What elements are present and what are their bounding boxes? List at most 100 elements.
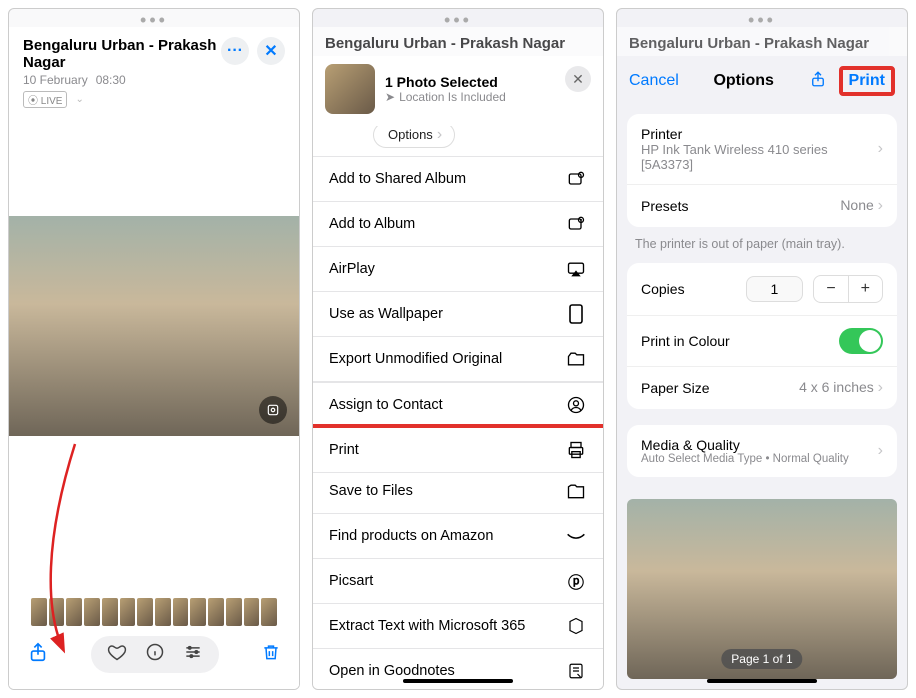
chevron-down-icon[interactable]: ⌄	[75, 94, 83, 105]
action-label: Use as Wallpaper	[329, 306, 443, 322]
action-m365[interactable]: Extract Text with Microsoft 365	[313, 604, 603, 649]
location-arrow-icon: ➤	[385, 90, 395, 104]
thumbnail[interactable]	[120, 598, 136, 626]
presets-row[interactable]: Presets None ›	[627, 185, 897, 227]
share-actions-list: Add to Shared Album Add to Album AirPlay…	[313, 156, 603, 382]
action-goodnotes[interactable]: Open in Goodnotes	[313, 649, 603, 691]
action-label: Picsart	[329, 573, 373, 589]
background-header: Bengaluru Urban - Prakash Nagar	[313, 27, 603, 56]
thumbnail[interactable]	[84, 598, 100, 626]
action-label: Add to Shared Album	[329, 171, 466, 187]
action-save-files[interactable]: Save to Files	[313, 469, 603, 514]
media-card[interactable]: Media & Quality Auto Select Media Type •…	[627, 425, 897, 477]
thumbnail[interactable]	[190, 598, 206, 626]
close-sheet-button[interactable]: ✕	[565, 66, 591, 92]
thumbnail[interactable]	[244, 598, 260, 626]
print-button[interactable]: Print	[839, 66, 895, 96]
print-options-screen: ••• Bengaluru Urban - Prakash Nagar Canc…	[616, 8, 908, 690]
background-header: Bengaluru Urban - Prakash Nagar	[617, 27, 907, 56]
photo-viewport[interactable]	[9, 114, 299, 538]
action-label: Export Unmodified Original	[329, 351, 502, 367]
action-airplay[interactable]: AirPlay	[313, 247, 603, 292]
live-badge: ⦿ LIVE	[23, 91, 67, 108]
action-label: Assign to Contact	[329, 397, 443, 413]
copies-decrement[interactable]: −	[814, 276, 848, 302]
thumbnail[interactable]	[173, 598, 189, 626]
action-label: AirPlay	[329, 261, 375, 277]
info-button[interactable]	[145, 642, 165, 667]
chevron-right-icon: ›	[878, 197, 883, 214]
printer-value: HP Ink Tank Wireless 410 series [5A3373]	[641, 142, 878, 172]
thumbnail[interactable]	[31, 598, 47, 626]
photo-time: 08:30	[96, 73, 126, 87]
action-label: Print	[329, 442, 359, 458]
action-add-album[interactable]: Add to Album	[313, 202, 603, 247]
printer-warning: The printer is out of paper (main tray).	[617, 235, 907, 255]
drag-handle-icon: •••	[617, 9, 907, 27]
copies-value[interactable]: 1	[746, 276, 804, 302]
thumbnail[interactable]	[226, 598, 242, 626]
cancel-button[interactable]: Cancel	[629, 72, 679, 90]
amazon-icon	[565, 525, 587, 547]
action-print[interactable]: Print	[312, 424, 604, 473]
drag-handle-icon: •••	[313, 9, 603, 27]
home-indicator[interactable]	[403, 679, 513, 683]
printer-row[interactable]: Printer HP Ink Tank Wireless 410 series …	[627, 114, 897, 185]
action-picsart[interactable]: Picsart ⓟ	[313, 559, 603, 604]
close-button[interactable]: ✕	[257, 37, 285, 65]
media-sub: Auto Select Media Type • Normal Quality	[641, 453, 849, 465]
copies-increment[interactable]: +	[849, 276, 882, 302]
paper-size-row[interactable]: Paper Size 4 x 6 inches ›	[627, 367, 897, 409]
page-indicator: Page 1 of 1	[721, 649, 802, 669]
photos-detail-screen: ••• Bengaluru Urban - Prakash Nagar 10 F…	[8, 8, 300, 690]
presets-value: None	[840, 197, 873, 213]
airplay-icon	[565, 258, 587, 280]
lens-overlay-button[interactable]	[259, 396, 287, 424]
copies-row: Copies 1 − +	[627, 263, 897, 316]
thumbnail-strip[interactable]	[9, 598, 299, 626]
share-sheet-screen: ••• Bengaluru Urban - Prakash Nagar 1 Ph…	[312, 8, 604, 690]
chevron-right-icon: ›	[878, 379, 883, 396]
action-label: Save to Files	[329, 483, 413, 499]
home-indicator[interactable]	[707, 679, 817, 683]
adjust-button[interactable]	[183, 642, 203, 667]
thumbnail[interactable]	[137, 598, 153, 626]
shared-album-icon	[565, 168, 587, 190]
more-button[interactable]: ···	[221, 37, 249, 65]
action-amazon[interactable]: Find products on Amazon	[313, 514, 603, 559]
options-label: Options	[388, 127, 433, 142]
copies-stepper: − +	[813, 275, 883, 303]
share-button[interactable]	[27, 641, 49, 668]
colour-toggle[interactable]	[839, 328, 883, 354]
bottom-toolbar	[9, 626, 299, 689]
thumbnail[interactable]	[102, 598, 118, 626]
print-preview[interactable]: Page 1 of 1	[627, 499, 897, 679]
copies-label: Copies	[641, 281, 685, 297]
action-label: Find products on Amazon	[329, 528, 493, 544]
share-icon[interactable]	[809, 70, 827, 93]
action-add-shared-album[interactable]: Add to Shared Album	[313, 157, 603, 202]
printer-card: Printer HP Ink Tank Wireless 410 series …	[627, 114, 897, 227]
location-title: Bengaluru Urban - Prakash Nagar	[325, 35, 591, 52]
thumbnail[interactable]	[155, 598, 171, 626]
chevron-right-icon: ›	[437, 126, 442, 144]
contact-icon	[565, 394, 587, 416]
thumbnail[interactable]	[261, 598, 277, 626]
action-wallpaper[interactable]: Use as Wallpaper	[313, 292, 603, 337]
print-icon	[565, 439, 587, 461]
thumbnail[interactable]	[208, 598, 224, 626]
action-assign-contact[interactable]: Assign to Contact	[313, 383, 603, 428]
files-icon	[565, 480, 587, 502]
delete-button[interactable]	[261, 642, 281, 667]
paper-size-label: Paper Size	[641, 380, 709, 396]
photo-image	[9, 216, 299, 436]
thumbnail[interactable]	[49, 598, 65, 626]
media-quality-row[interactable]: Media & Quality Auto Select Media Type •…	[627, 425, 897, 477]
print-nav-bar: Cancel Options Print	[617, 56, 907, 106]
presets-label: Presets	[641, 198, 688, 214]
favorite-button[interactable]	[107, 642, 127, 667]
action-export-original[interactable]: Export Unmodified Original	[313, 337, 603, 382]
thumbnail[interactable]	[66, 598, 82, 626]
colour-row: Print in Colour	[627, 316, 897, 367]
action-label: Add to Album	[329, 216, 415, 232]
